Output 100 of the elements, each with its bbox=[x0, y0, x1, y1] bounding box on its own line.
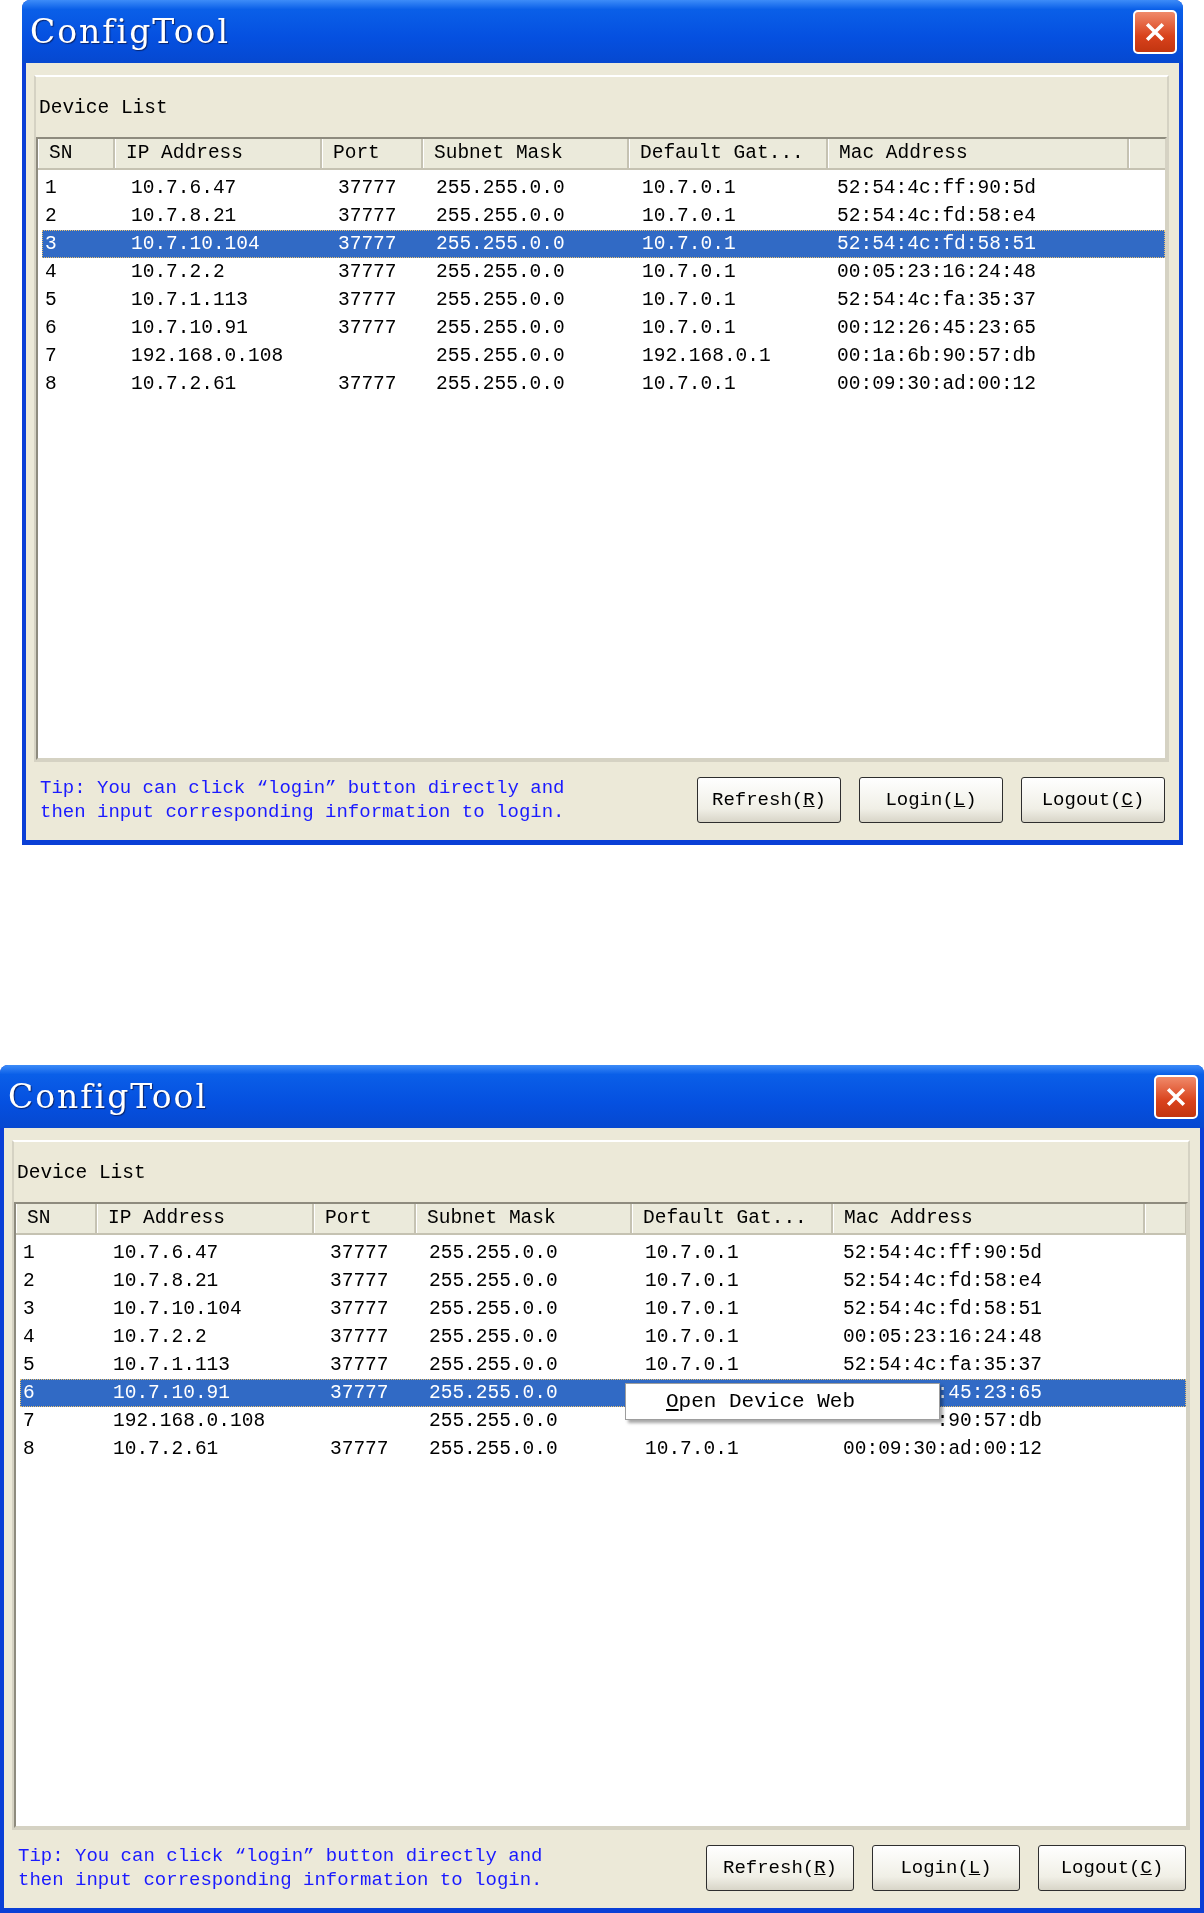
table-cell-text: 7 bbox=[44, 345, 58, 367]
table-cell-text: 52:54:4c:ff:90:5d bbox=[836, 177, 1037, 199]
column-header[interactable]: SN bbox=[16, 1204, 97, 1233]
table-cell-text: 1 bbox=[22, 1242, 36, 1264]
table-cell-text: 10.7.0.1 bbox=[641, 233, 737, 255]
list-row[interactable]: 1 10.7.6.47 37777 255.255.0.0 10.7.0.1 52:54:4c:ff:90:5d bbox=[20, 1239, 1186, 1267]
table-cell-text: 10.7.8.21 bbox=[112, 1270, 220, 1292]
table-cell-text: 52:54:4c:ff:90:5d bbox=[842, 1242, 1043, 1264]
column-header[interactable]: Default Gat... bbox=[632, 1204, 833, 1233]
action-button[interactable]: Login(L) bbox=[859, 777, 1003, 823]
table-cell-text: 255.255.0.0 bbox=[435, 289, 566, 311]
list-row[interactable]: 2 10.7.8.21 37777 255.255.0.0 10.7.0.1 52:54:4c:fd:58:e4 bbox=[20, 1267, 1186, 1295]
table-cell-text: 37777 bbox=[337, 373, 398, 395]
table-cell-text: 10.7.10.104 bbox=[112, 1298, 243, 1320]
table-cell-text: 10.7.2.2 bbox=[112, 1326, 208, 1348]
column-header[interactable]: IP Address bbox=[97, 1204, 314, 1233]
close-button[interactable] bbox=[1154, 1074, 1198, 1119]
column-header[interactable]: Subnet Mask bbox=[416, 1204, 632, 1233]
table-cell-text: 2 bbox=[44, 205, 58, 227]
table-cell-text: 8 bbox=[22, 1438, 36, 1460]
list-row[interactable]: 6 10.7.10.91 37777 255.255.0.0 10.7.0.1 00:12:26:45:23:65 bbox=[42, 314, 1165, 342]
table-cell-text: 255.255.0.0 bbox=[435, 261, 566, 283]
table-cell-text: 10.7.0.1 bbox=[644, 1242, 740, 1264]
table-cell-text: 1 bbox=[44, 177, 58, 199]
list-row[interactable]: 3 10.7.10.104 37777 255.255.0.0 10.7.0.1 52:54:4c:fd:58:51 bbox=[42, 230, 1165, 258]
column-header[interactable]: Port bbox=[322, 139, 423, 168]
table-cell-text: 37777 bbox=[329, 1354, 390, 1376]
table-cell-text: 255.255.0.0 bbox=[435, 177, 566, 199]
list-row[interactable]: 2 10.7.8.21 37777 255.255.0.0 10.7.0.1 52:54:4c:fd:58:e4 bbox=[42, 202, 1165, 230]
table-cell-text: 10.7.0.1 bbox=[644, 1326, 740, 1348]
table-cell-text: 52:54:4c:fa:35:37 bbox=[842, 1354, 1043, 1376]
list-row[interactable]: 3 10.7.10.104 37777 255.255.0.0 10.7.0.1 52:54:4c:fd:58:51 bbox=[20, 1295, 1186, 1323]
column-header[interactable]: Default Gat... bbox=[629, 139, 828, 168]
table-cell-text: 3 bbox=[22, 1298, 36, 1320]
table-cell-text: 10.7.0.1 bbox=[641, 177, 737, 199]
table-cell-text: 192.168.0.1 bbox=[641, 345, 772, 367]
column-header[interactable]: Subnet Mask bbox=[423, 139, 629, 168]
table-cell-text: 10.7.1.113 bbox=[112, 1354, 232, 1376]
table-cell-text: 37777 bbox=[337, 233, 398, 255]
table-cell-text: 4 bbox=[44, 261, 58, 283]
list-row[interactable]: 1 10.7.6.47 37777 255.255.0.0 10.7.0.1 52:54:4c:ff:90:5d bbox=[42, 174, 1165, 202]
list-row[interactable]: 4 10.7.2.2 37777 255.255.0.0 10.7.0.1 00:05:23:16:24:48 bbox=[20, 1323, 1186, 1351]
table-cell-text: 255.255.0.0 bbox=[435, 317, 566, 339]
column-header[interactable]: Mac Address bbox=[833, 1204, 1145, 1233]
table-cell-text: 37777 bbox=[329, 1382, 390, 1404]
list-row[interactable]: 8 10.7.2.61 37777 255.255.0.0 10.7.0.1 00:09:30:ad:00:12 bbox=[20, 1435, 1186, 1463]
column-header[interactable]: SN bbox=[38, 139, 115, 168]
list-row[interactable]: 8 10.7.2.61 37777 255.255.0.0 10.7.0.1 00:09:30:ad:00:12 bbox=[42, 370, 1165, 398]
table-cell-text: 10.7.10.91 bbox=[112, 1382, 232, 1404]
table-cell-text: 10.7.0.1 bbox=[644, 1298, 740, 1320]
table-cell-text: 37777 bbox=[337, 205, 398, 227]
table-cell-text: 5 bbox=[22, 1354, 36, 1376]
table-cell-text: 10.7.10.104 bbox=[130, 233, 261, 255]
list-row[interactable]: 7 192.168.0.108 255.255.0.0 192.168.0.1 00:1a:6b:90:57:db bbox=[42, 342, 1165, 370]
table-cell-text: 10.7.8.21 bbox=[130, 205, 238, 227]
table-cell-text: :90:57:db bbox=[935, 1410, 1043, 1432]
action-button[interactable]: Logout(C) bbox=[1021, 777, 1165, 823]
table-cell-text: 10.7.0.1 bbox=[641, 289, 737, 311]
table-cell-text: 10.7.0.1 bbox=[644, 1270, 740, 1292]
tip-text: Tip: You can click “login” button directly and then input corresponding information to login. bbox=[40, 776, 566, 824]
table-cell-text: 255.255.0.0 bbox=[428, 1242, 559, 1264]
table-cell-text: 6 bbox=[22, 1382, 36, 1404]
table-cell-text: 255.255.0.0 bbox=[435, 233, 566, 255]
table-cell-text: 10.7.2.2 bbox=[130, 261, 226, 283]
table-cell-text: 255.255.0.0 bbox=[428, 1382, 559, 1404]
table-cell-text: 255.255.0.0 bbox=[435, 205, 566, 227]
close-button[interactable] bbox=[1133, 9, 1177, 54]
table-cell-text: 255.255.0.0 bbox=[428, 1354, 559, 1376]
table-cell-text: 10.7.0.1 bbox=[641, 317, 737, 339]
list-row[interactable]: 4 10.7.2.2 37777 255.255.0.0 10.7.0.1 00:05:23:16:24:48 bbox=[42, 258, 1165, 286]
action-button[interactable]: Login(L) bbox=[872, 1845, 1020, 1891]
table-cell-text: 255.255.0.0 bbox=[428, 1410, 559, 1432]
table-cell-text: 10.7.0.1 bbox=[644, 1354, 740, 1376]
table-cell-text: 37777 bbox=[337, 289, 398, 311]
close-icon bbox=[1165, 1085, 1187, 1108]
table-cell-text: 10.7.0.1 bbox=[641, 373, 737, 395]
action-button[interactable]: Refresh(R) bbox=[706, 1845, 854, 1891]
table-cell-text: 10.7.0.1 bbox=[641, 205, 737, 227]
table-cell-text: 255.255.0.0 bbox=[435, 345, 566, 367]
action-button[interactable]: Logout(C) bbox=[1038, 1845, 1186, 1891]
table-cell-text: 37777 bbox=[329, 1438, 390, 1460]
action-button[interactable]: Refresh(R) bbox=[697, 777, 841, 823]
table-cell-text: 00:09:30:ad:00:12 bbox=[842, 1438, 1043, 1460]
table-cell-text: 255.255.0.0 bbox=[435, 373, 566, 395]
table-cell-text: 10.7.6.47 bbox=[130, 177, 238, 199]
column-header[interactable]: Port bbox=[314, 1204, 416, 1233]
table-cell-text: 255.255.0.0 bbox=[428, 1438, 559, 1460]
list-row[interactable]: 5 10.7.1.113 37777 255.255.0.0 10.7.0.1 52:54:4c:fa:35:37 bbox=[20, 1351, 1186, 1379]
table-cell-text: 3 bbox=[44, 233, 58, 255]
window-title: ConfigTool bbox=[30, 12, 230, 51]
list-row[interactable]: 5 10.7.1.113 37777 255.255.0.0 10.7.0.1 52:54:4c:fa:35:37 bbox=[42, 286, 1165, 314]
column-header[interactable]: Mac Address bbox=[828, 139, 1129, 168]
table-cell-text: 37777 bbox=[337, 177, 398, 199]
table-cell-text: 52:54:4c:fd:58:51 bbox=[836, 233, 1037, 255]
column-header[interactable]: IP Address bbox=[115, 139, 322, 168]
table-cell-text: 10.7.0.1 bbox=[644, 1438, 740, 1460]
table-cell-text: 10.7.2.61 bbox=[130, 373, 238, 395]
table-cell-text: 10.7.6.47 bbox=[112, 1242, 220, 1264]
table-cell-text: 00:12:26:45:23:65 bbox=[836, 317, 1037, 339]
table-cell-text: 52:54:4c:fd:58:e4 bbox=[836, 205, 1037, 227]
